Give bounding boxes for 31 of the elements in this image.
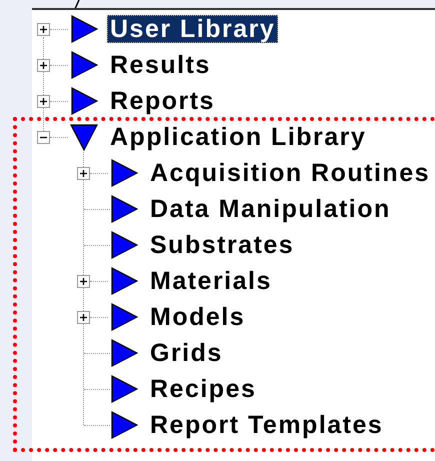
right-triangle-icon	[110, 159, 138, 187]
expand-icon[interactable]	[37, 94, 50, 108]
right-triangle-icon	[70, 15, 98, 43]
right-triangle-icon	[110, 411, 138, 439]
tree-item[interactable]: Report Templates	[147, 411, 386, 439]
tree-item[interactable]: Reports	[107, 87, 218, 115]
tree-item[interactable]: Recipes	[147, 375, 260, 403]
expand-icon[interactable]	[77, 166, 90, 180]
tree-item[interactable]: Substrates	[147, 231, 298, 259]
right-triangle-icon	[110, 303, 138, 331]
right-triangle-icon	[70, 87, 98, 115]
right-triangle-icon	[110, 267, 138, 295]
right-triangle-icon	[110, 339, 138, 367]
tree-item[interactable]: Grids	[147, 339, 226, 367]
expand-icon[interactable]	[37, 58, 50, 72]
right-triangle-icon	[70, 51, 98, 79]
expand-icon[interactable]	[37, 22, 50, 36]
tree-item[interactable]: Models	[147, 303, 248, 331]
down-triangle-icon	[70, 123, 98, 151]
collapse-icon[interactable]	[37, 130, 50, 144]
tree-item[interactable]: Acquisition Routines	[147, 159, 433, 187]
tree-item[interactable]: Data Manipulation	[147, 195, 394, 223]
expand-icon[interactable]	[77, 310, 90, 324]
tree-item[interactable]: User Library	[107, 15, 278, 43]
expand-icon[interactable]	[77, 274, 90, 288]
right-triangle-icon	[110, 375, 138, 403]
tree-item[interactable]: Application Library	[107, 123, 370, 151]
right-triangle-icon	[110, 231, 138, 259]
tree-item[interactable]: Materials	[147, 267, 275, 295]
right-triangle-icon	[110, 195, 138, 223]
tree-item[interactable]: Results	[107, 51, 214, 79]
